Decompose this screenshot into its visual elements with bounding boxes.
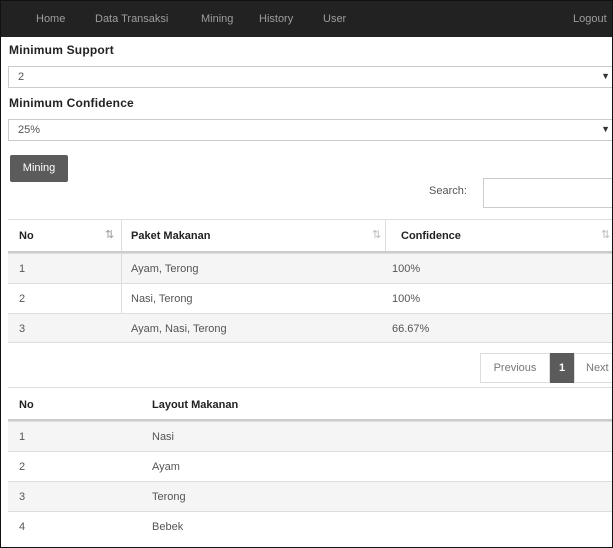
pagination-next[interactable]: Next <box>574 353 612 383</box>
cell-paket: Nasi, Terong <box>131 293 193 305</box>
min-confidence-select[interactable]: 25% ▼ <box>8 119 612 141</box>
cell-confidence: 100% <box>392 263 421 275</box>
column-divider <box>121 219 122 252</box>
cell-layout: Nasi <box>152 431 175 443</box>
sort-icon[interactable]: ⇅ <box>601 228 610 241</box>
layout-header-makanan: Layout Makanan <box>152 399 239 411</box>
cell-paket: Ayam, Terong <box>131 263 199 275</box>
cell-paket: Ayam, Nasi, Terong <box>131 323 227 335</box>
rules-header-paket[interactable]: Paket Makanan <box>131 230 210 242</box>
cell-no: 1 <box>19 431 26 443</box>
table-row: 2 Nasi, Terong 100% <box>8 283 612 313</box>
cell-no: 2 <box>19 461 26 473</box>
min-support-value: 2 <box>18 71 25 83</box>
chevron-down-icon: ▼ <box>601 71 610 81</box>
nav-data-transaksi[interactable]: Data Transaksi <box>95 1 168 37</box>
layout-header-no: No <box>19 399 34 411</box>
rules-header-confidence[interactable]: Confidence <box>401 230 461 242</box>
list-item: 1 Nasi <box>8 421 612 451</box>
cell-confidence: 100% <box>392 293 421 305</box>
cell-no: 1 <box>19 263 26 275</box>
top-navbar: Home Data Transaksi Mining History User … <box>1 1 612 37</box>
nav-logout[interactable]: Logout <box>573 1 607 37</box>
cell-no: 3 <box>19 323 26 335</box>
search-input[interactable] <box>483 178 612 208</box>
column-divider <box>385 219 386 252</box>
min-confidence-value: 25% <box>18 124 41 136</box>
cell-confidence: 66.67% <box>392 323 430 335</box>
mining-button[interactable]: Mining <box>10 155 68 182</box>
app-frame: Home Data Transaksi Mining History User … <box>0 0 613 548</box>
table-row: 3 Ayam, Nasi, Terong 66.67% <box>8 313 612 343</box>
nav-mining[interactable]: Mining <box>201 1 233 37</box>
cell-no: 3 <box>19 491 26 503</box>
table-top-border <box>8 219 612 220</box>
list-item: 2 Ayam <box>8 451 612 481</box>
nav-user[interactable]: User <box>323 1 346 37</box>
cell-layout: Terong <box>152 491 186 503</box>
cell-layout: Ayam <box>152 461 180 473</box>
cell-no: 2 <box>19 293 26 305</box>
chevron-down-icon: ▼ <box>601 124 610 134</box>
sort-asc-icon[interactable]: ⇅ <box>105 228 114 241</box>
min-support-label: Minimum Support <box>9 43 114 57</box>
sort-icon[interactable]: ⇅ <box>372 228 381 241</box>
table-top-border <box>8 387 612 388</box>
list-item: 3 Terong <box>8 481 612 511</box>
cell-layout: Bebek <box>152 521 184 533</box>
search-label: Search: <box>429 185 467 197</box>
table-row: 1 Ayam, Terong 100% <box>8 253 612 283</box>
nav-history[interactable]: History <box>259 1 293 37</box>
min-confidence-label: Minimum Confidence <box>9 96 134 110</box>
cell-no: 4 <box>19 521 26 533</box>
nav-home[interactable]: Home <box>36 1 65 37</box>
list-item: 4 Bebek <box>8 511 612 541</box>
pagination-previous[interactable]: Previous <box>480 353 550 383</box>
table-bottom-border <box>8 342 612 343</box>
pagination-page-1[interactable]: 1 <box>550 353 574 383</box>
rules-header-no[interactable]: No <box>19 230 34 242</box>
min-support-select[interactable]: 2 ▼ <box>8 66 612 88</box>
